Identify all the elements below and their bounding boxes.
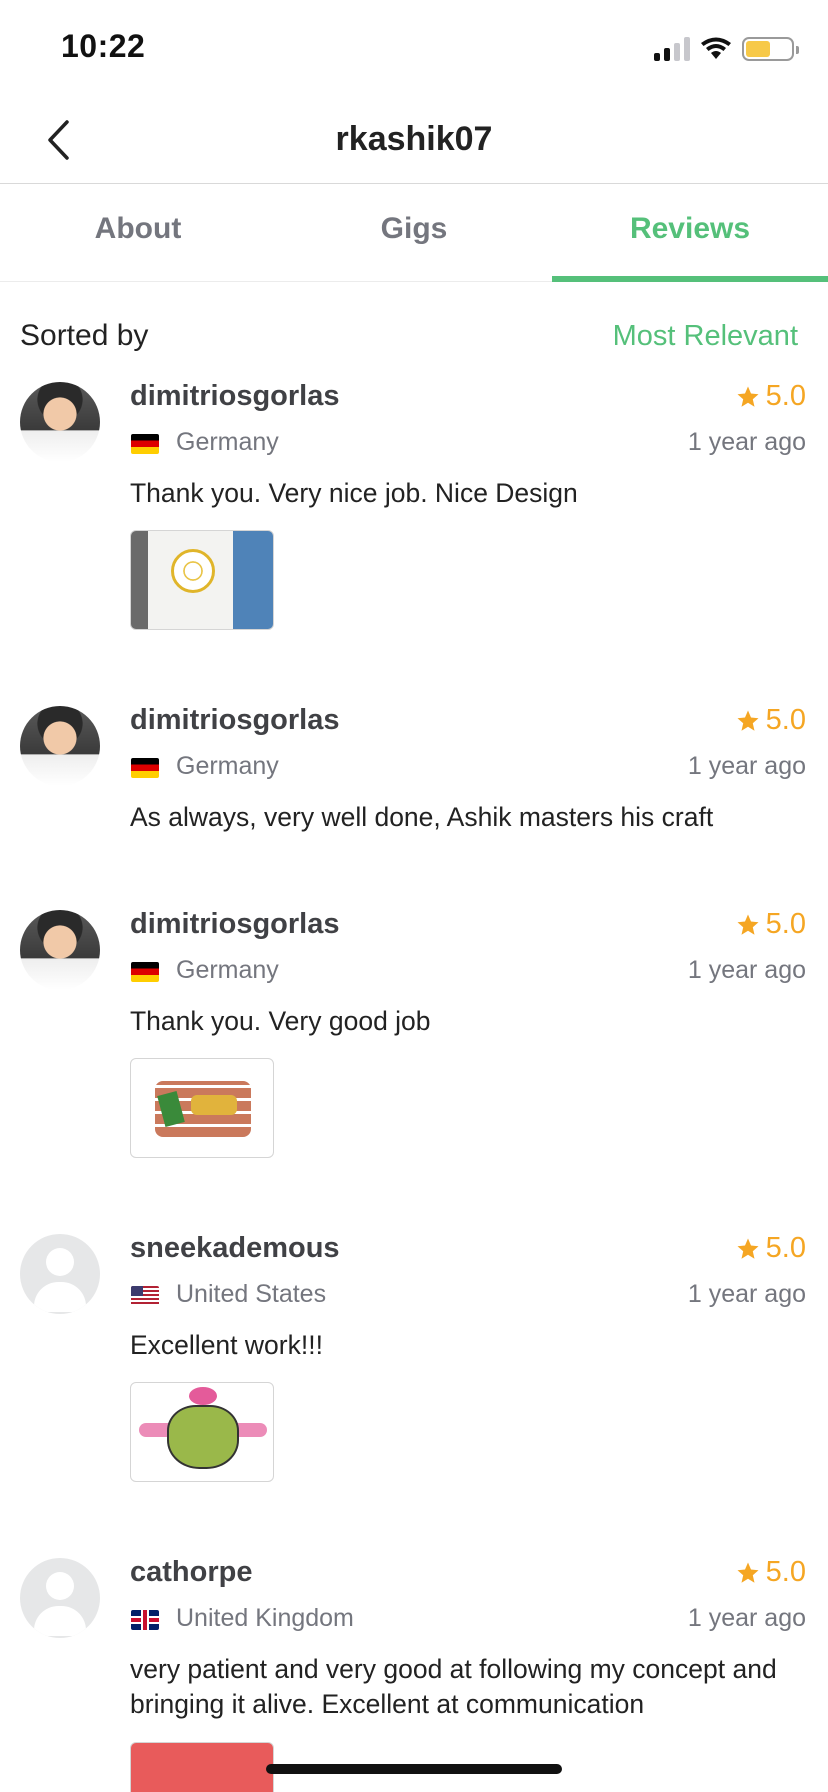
review-country: Germany — [176, 428, 279, 456]
rating-value: 5.0 — [765, 704, 806, 736]
nav-bar: rkashik07 — [0, 96, 828, 184]
germany-flag-icon — [131, 962, 159, 982]
review-rating: 5.0 — [736, 380, 806, 413]
avatar[interactable] — [20, 1234, 100, 1314]
germany-flag-icon — [131, 758, 159, 778]
star-icon — [737, 1238, 759, 1259]
review-rating: 5.0 — [736, 1232, 806, 1265]
battery-icon — [742, 37, 799, 61]
avatar[interactable] — [20, 1558, 100, 1638]
review-username[interactable]: cathorpe — [130, 1556, 252, 1589]
page-title: rkashik07 — [335, 120, 493, 158]
review-rating: 5.0 — [736, 1556, 806, 1589]
status-icons — [654, 34, 799, 64]
review-rating: 5.0 — [736, 704, 806, 737]
wifi-icon — [701, 37, 731, 59]
rating-value: 5.0 — [765, 1232, 806, 1264]
review-username[interactable]: sneekademous — [130, 1232, 340, 1265]
home-indicator[interactable] — [266, 1764, 562, 1774]
review-attachment-thumbnail[interactable] — [130, 1382, 274, 1482]
review-attachment-thumbnail[interactable] — [130, 1058, 274, 1158]
us-flag-icon — [131, 1286, 159, 1306]
avatar[interactable] — [20, 706, 100, 786]
sort-dropdown[interactable]: Most Relevant — [613, 320, 798, 353]
review-time: 1 year ago — [687, 956, 806, 984]
review-username[interactable]: dimitriosgorlas — [130, 704, 340, 737]
review-time: 1 year ago — [687, 752, 806, 780]
review-country: United States — [176, 1280, 327, 1308]
review-username[interactable]: dimitriosgorlas — [130, 380, 340, 413]
review-country: Germany — [176, 956, 279, 984]
tab-bar: About Gigs Reviews — [0, 184, 828, 282]
star-icon — [737, 914, 759, 935]
status-bar: 10:22 — [0, 0, 828, 96]
tab-gigs[interactable]: Gigs — [276, 184, 552, 281]
review-time: 1 year ago — [687, 1280, 806, 1308]
review-attachment-thumbnail[interactable] — [130, 1742, 274, 1792]
review-attachment-thumbnail[interactable] — [130, 530, 274, 630]
rating-value: 5.0 — [765, 908, 806, 940]
cellular-signal-icon — [654, 37, 690, 61]
avatar[interactable] — [20, 382, 100, 462]
review-country: Germany — [176, 752, 279, 780]
review-country: United Kingdom — [176, 1604, 354, 1632]
review-text: very patient and very good at following … — [130, 1654, 777, 1719]
review-text: Excellent work!!! — [130, 1330, 323, 1360]
review-time: 1 year ago — [687, 1604, 806, 1632]
rating-value: 5.0 — [765, 1556, 806, 1588]
germany-flag-icon — [131, 434, 159, 454]
review-time: 1 year ago — [687, 428, 806, 456]
tab-about[interactable]: About — [0, 184, 276, 281]
review-username[interactable]: dimitriosgorlas — [130, 908, 340, 941]
avatar[interactable] — [20, 910, 100, 990]
sort-row: Sorted by Most Relevant — [20, 316, 798, 356]
review-text: Thank you. Very good job — [130, 1006, 431, 1036]
star-icon — [737, 1562, 759, 1583]
status-time: 10:22 — [61, 28, 146, 64]
review-text: Thank you. Very nice job. Nice Design — [130, 478, 578, 508]
star-icon — [737, 386, 759, 407]
tab-reviews[interactable]: Reviews — [552, 184, 828, 282]
rating-value: 5.0 — [765, 380, 806, 412]
sort-label: Sorted by — [20, 319, 149, 352]
review-text: As always, very well done, Ashik masters… — [130, 802, 714, 832]
uk-flag-icon — [131, 1610, 159, 1630]
review-rating: 5.0 — [736, 908, 806, 941]
star-icon — [737, 710, 759, 731]
